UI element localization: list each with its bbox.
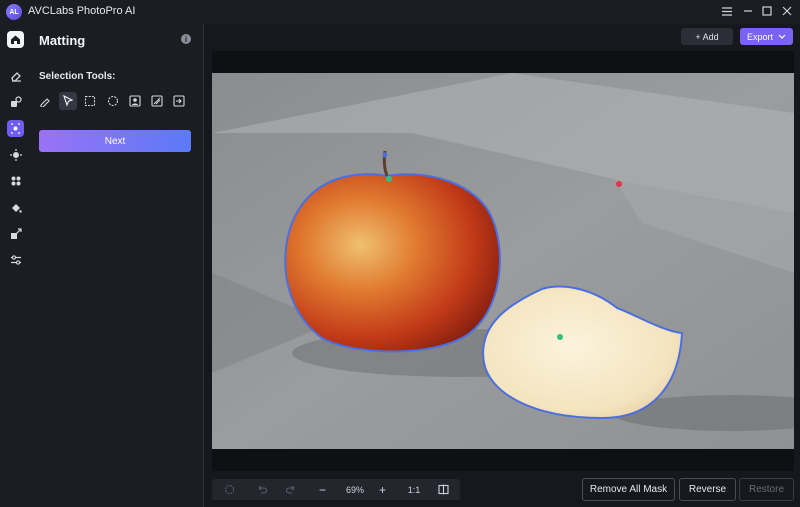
restore-button[interactable]: Restore xyxy=(739,478,794,501)
home-icon[interactable] xyxy=(7,31,24,48)
auto-select-icon[interactable] xyxy=(148,92,166,110)
enhance-icon[interactable] xyxy=(7,146,24,163)
crop-icon[interactable] xyxy=(7,225,24,242)
ai-object-icon[interactable] xyxy=(7,172,24,189)
next-button[interactable]: Next xyxy=(39,130,191,152)
zoom-toolbar: − 69% + 1:1 xyxy=(212,479,460,500)
zoom-level: 69% xyxy=(345,484,364,495)
undo-icon[interactable] xyxy=(254,482,269,497)
adjust-icon[interactable] xyxy=(7,251,24,268)
brush-icon[interactable] xyxy=(36,92,54,110)
portrait-select-icon[interactable] xyxy=(126,92,144,110)
exclude-point[interactable] xyxy=(616,181,622,187)
include-point[interactable] xyxy=(557,334,563,340)
export-button[interactable]: Export xyxy=(740,28,793,45)
matting-icon[interactable] xyxy=(7,120,24,137)
menu-icon[interactable] xyxy=(720,4,734,18)
export-label: Export xyxy=(746,31,773,42)
zoom-out-button[interactable]: − xyxy=(315,482,330,497)
import-icon[interactable] xyxy=(170,92,188,110)
pointer-icon[interactable] xyxy=(59,92,77,110)
info-icon[interactable]: i xyxy=(181,34,191,44)
ellipse-select-icon[interactable] xyxy=(104,92,122,110)
selection-tools-label: Selection Tools: xyxy=(39,71,116,82)
app-title: AVCLabs PhotoPro AI xyxy=(28,5,136,17)
replace-icon[interactable] xyxy=(7,93,24,110)
matting-panel: Matting i Selection Tools: Next xyxy=(30,24,204,507)
eraser-icon[interactable] xyxy=(7,67,24,84)
app-logo: AL xyxy=(6,4,22,20)
photo[interactable] xyxy=(212,73,794,449)
colorize-icon[interactable] xyxy=(7,199,24,216)
remove-all-mask-button[interactable]: Remove All Mask xyxy=(582,478,675,501)
reset-icon[interactable] xyxy=(222,482,237,497)
reverse-button[interactable]: Reverse xyxy=(679,478,736,501)
chevron-down-icon xyxy=(778,34,786,39)
include-point[interactable] xyxy=(386,176,392,182)
zoom-in-button[interactable]: + xyxy=(375,482,390,497)
compare-icon[interactable] xyxy=(436,482,451,497)
rect-select-icon[interactable] xyxy=(81,92,99,110)
minimize-icon[interactable] xyxy=(741,4,755,18)
title-bar: AL AVCLabs PhotoPro AI xyxy=(0,0,800,24)
panel-title: Matting xyxy=(39,33,86,48)
image-canvas[interactable] xyxy=(212,51,794,471)
maximize-icon[interactable] xyxy=(760,4,774,18)
main-area: + Add Export − 69% + 1:1 Remove All Mask… xyxy=(204,24,800,507)
tool-rail xyxy=(0,24,30,507)
redo-icon[interactable] xyxy=(284,482,299,497)
add-button[interactable]: + Add xyxy=(681,28,733,45)
close-icon[interactable] xyxy=(780,4,794,18)
actual-size-button[interactable]: 1:1 xyxy=(404,482,424,497)
